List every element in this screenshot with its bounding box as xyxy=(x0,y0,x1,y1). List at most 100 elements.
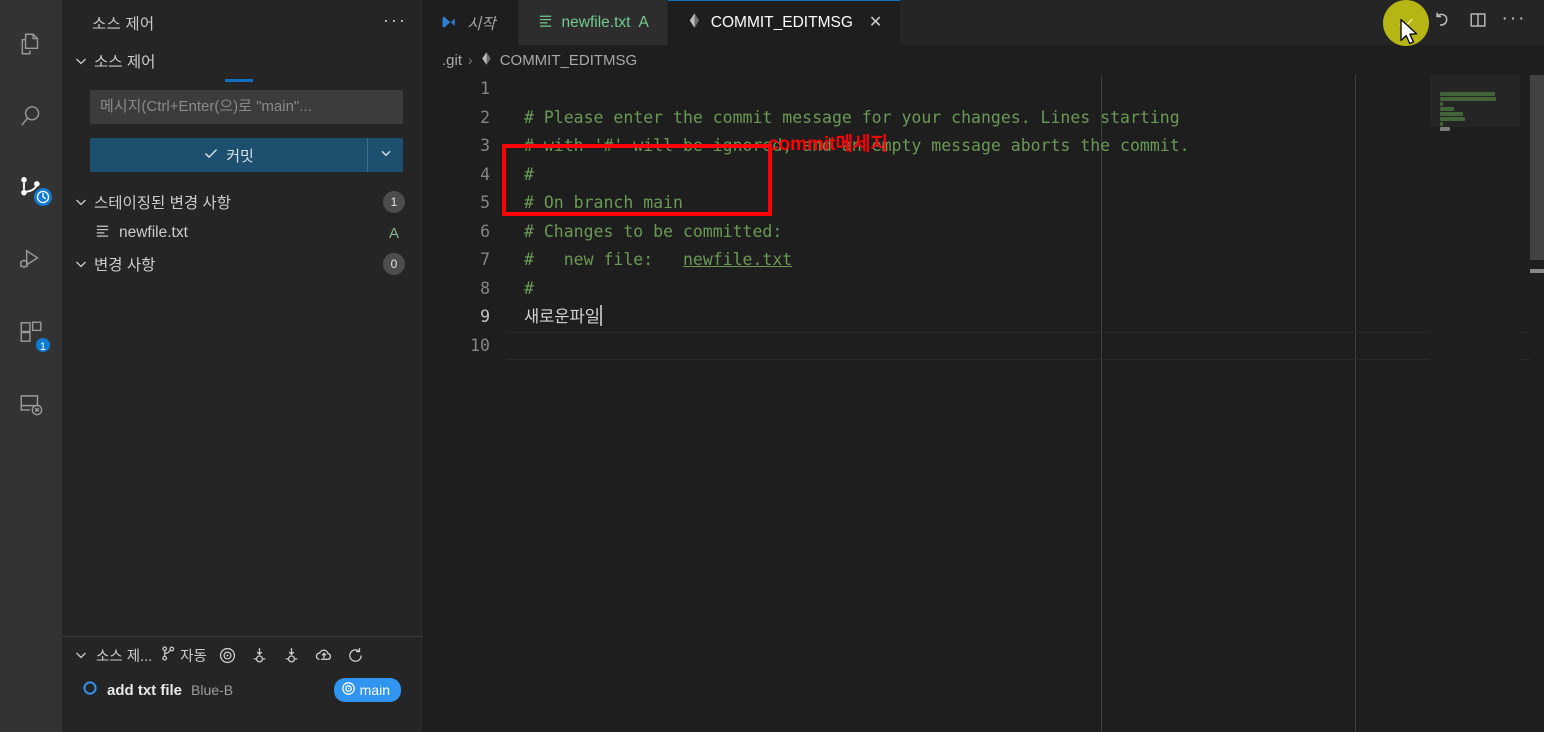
repo-section-label: 소스 제어 xyxy=(94,54,156,71)
breadcrumb-item-file[interactable]: COMMIT_EDITMSG xyxy=(479,51,638,70)
split-editor-button[interactable] xyxy=(1462,7,1494,39)
resource-group-changes[interactable]: 변경 사항 0 xyxy=(62,248,423,280)
breadcrumb-item-folder[interactable]: ​.git xyxy=(442,52,462,69)
activity-item-extensions[interactable]: 1 xyxy=(0,296,62,368)
line-number: 4 xyxy=(480,164,490,184)
code-line: 3 # with '#' will be ignored, and an emp… xyxy=(424,132,1544,161)
progress-bar xyxy=(225,79,253,82)
code-line: 5 # On branch main xyxy=(424,189,1544,218)
line-text: # xyxy=(524,278,534,298)
more-actions-button[interactable]: ··· xyxy=(1498,7,1530,39)
tab-newfile[interactable]: newfile.txt A xyxy=(518,0,668,45)
text-cursor xyxy=(599,305,602,326)
fetch-icon[interactable] xyxy=(245,640,275,670)
pull-icon[interactable] xyxy=(277,640,307,670)
extensions-count-badge: 1 xyxy=(33,336,52,354)
commit-circle-icon xyxy=(82,680,98,701)
tab-label: COMMIT_EDITMSG xyxy=(710,14,853,31)
line-text: # new file: newfile.txt xyxy=(524,246,792,275)
editor-vertical-scrollbar[interactable] xyxy=(1530,75,1544,732)
graph-panel-header: 소스 제... 자동 xyxy=(62,637,423,673)
code-editor[interactable]: 1 2 # Please enter the commit message fo… xyxy=(424,75,1544,732)
line-text: 새로운파일 xyxy=(524,303,602,332)
graph-branch-chip[interactable]: main xyxy=(333,678,401,702)
code-line: 6 # Changes to be committed: xyxy=(424,218,1544,247)
chevron-down-icon xyxy=(72,193,90,211)
refresh-icon[interactable] xyxy=(341,640,371,670)
breadcrumb-file-label: COMMIT_EDITMSG xyxy=(499,51,638,69)
discard-button[interactable] xyxy=(1426,7,1458,39)
ellipsis-icon: ··· xyxy=(1501,8,1527,29)
line-text: # On branch main xyxy=(524,193,683,212)
graph-branch-label: main xyxy=(359,682,390,698)
vscode-logo-icon xyxy=(440,11,459,35)
code-line: 1 xyxy=(424,75,1544,104)
staged-file-status: A xyxy=(388,224,399,242)
breadcrumb-separator: › xyxy=(468,52,473,68)
editor-actions: ··· xyxy=(1390,0,1544,45)
chevron-down-icon xyxy=(72,52,90,70)
commit-message-input[interactable]: 메시지(Ctrl+Enter(으)로 "main"... xyxy=(90,90,403,124)
branch-icon xyxy=(160,645,177,666)
close-icon[interactable]: ✕ xyxy=(869,15,882,31)
target-icon xyxy=(341,681,356,699)
activity-item-run-and-debug[interactable] xyxy=(0,224,62,296)
annotation-red-label: commit메세지 xyxy=(768,134,889,155)
source-control-graph-panel: 소스 제... 자동 add txt file Blue-B main xyxy=(62,636,423,732)
line-number: 7 xyxy=(480,250,490,269)
source-control-repo-section[interactable]: 소스 제어 xyxy=(62,46,423,76)
text-file-icon xyxy=(537,12,554,34)
activity-item-source-control[interactable] xyxy=(0,152,62,224)
scrollbar-thumb[interactable] xyxy=(1530,75,1544,260)
git-file-icon xyxy=(479,51,494,70)
resource-group-count: 0 xyxy=(383,253,405,275)
code-line: 4 # xyxy=(424,161,1544,190)
progress-indicator-area xyxy=(62,79,423,84)
activity-bar: 1 xyxy=(0,0,62,732)
sidebar-more-actions-button[interactable]: ··· xyxy=(383,11,407,32)
graph-commit-message: add txt file xyxy=(107,681,183,699)
push-cloud-icon[interactable] xyxy=(309,640,339,670)
sidebar-source-control: 소스 제어 ··· 소스 제어 메시지(Ctrl+Enter(으)로 "main… xyxy=(62,0,424,732)
line-number: 9 xyxy=(480,307,490,326)
target-icon[interactable] xyxy=(213,640,243,670)
staged-file-name: newfile.txt xyxy=(119,224,188,241)
graph-commit-row[interactable]: add txt file Blue-B main xyxy=(62,673,423,707)
activity-item-search[interactable] xyxy=(0,80,62,152)
line-number: 6 xyxy=(480,221,490,241)
line-text-prefix: # new file: xyxy=(524,250,683,269)
vscode-window: 1 소스 제어 ··· 소스 제어 메시지(Ctrl+Enter(으)로 "ma… xyxy=(0,0,1544,732)
search-icon xyxy=(18,103,44,129)
code-line: 10 xyxy=(424,332,1544,361)
sidebar-title: 소스 제어 xyxy=(92,16,155,33)
tab-start[interactable]: 시작 xyxy=(424,0,519,45)
text-file-icon xyxy=(94,222,111,244)
sidebar-header: 소스 제어 ··· xyxy=(62,0,423,46)
chevron-down-icon[interactable] xyxy=(72,646,90,664)
graph-auto-toggle[interactable]: 자동 xyxy=(160,645,207,666)
line-text-filename: newfile.txt xyxy=(682,250,793,269)
resource-group-label: 변경 사항 xyxy=(94,257,156,274)
code-content: 1 2 # Please enter the commit message fo… xyxy=(424,75,1544,732)
source-control-pending-badge xyxy=(32,186,54,208)
list-item-staged-file[interactable]: newfile.txt A xyxy=(62,218,423,248)
chevron-down-icon xyxy=(378,145,394,166)
code-line: 7 # new file: newfile.txt xyxy=(424,246,1544,275)
line-number: 8 xyxy=(480,278,490,298)
code-line-current: 9 새로운파일 xyxy=(424,303,1544,360)
overview-ruler-mark xyxy=(1530,269,1544,273)
run-debug-icon xyxy=(17,246,45,274)
chevron-down-icon xyxy=(72,255,90,273)
remote-explorer-icon xyxy=(18,391,44,417)
code-line: 2 # Please enter the commit message for … xyxy=(424,104,1544,133)
activity-item-explorer[interactable] xyxy=(0,8,62,80)
commit-dropdown-button[interactable] xyxy=(367,138,403,172)
tab-commit-editmsg[interactable]: COMMIT_EDITMSG ✕ xyxy=(667,0,902,45)
resource-group-staged[interactable]: 스테이징된 변경 사항 1 xyxy=(62,186,423,218)
graph-panel-title: 소스 제... xyxy=(96,648,153,665)
line-number: 2 xyxy=(480,107,490,127)
activity-item-remote-explorer[interactable] xyxy=(0,368,62,440)
line-number: 10 xyxy=(470,335,490,355)
commit-button[interactable]: 커밋 xyxy=(90,138,367,172)
accept-commit-button[interactable] xyxy=(1390,7,1422,39)
